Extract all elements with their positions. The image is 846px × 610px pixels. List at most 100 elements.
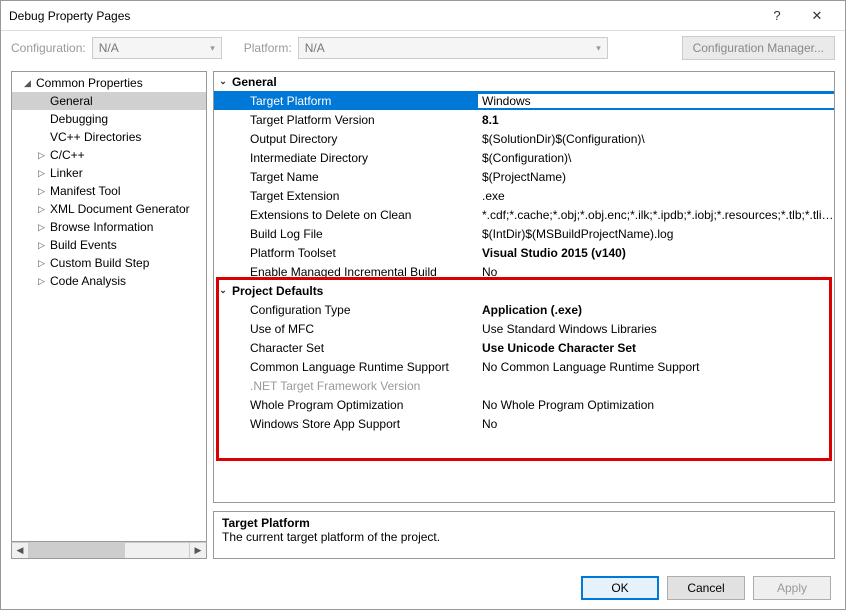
tree-item-build-events[interactable]: ▷Build Events [12, 236, 206, 254]
tree-item-code-analysis[interactable]: ▷Code Analysis [12, 272, 206, 290]
tree-item-label: Code Analysis [50, 274, 126, 288]
tree-hscrollbar[interactable]: ◀ ▶ [11, 542, 207, 559]
right-pane: ⌄GeneralTarget PlatformWindowsTarget Pla… [213, 71, 835, 559]
property-build-log-file[interactable]: Build Log File$(IntDir)$(MSBuildProjectN… [214, 224, 834, 243]
property-platform-toolset[interactable]: Platform ToolsetVisual Studio 2015 (v140… [214, 243, 834, 262]
configuration-combo[interactable]: N/A [92, 37, 222, 59]
property-label: Common Language Runtime Support [232, 360, 478, 374]
scroll-right-icon[interactable]: ▶ [189, 543, 206, 558]
property-label: Whole Program Optimization [232, 398, 478, 412]
tree-item-label: XML Document Generator [50, 202, 190, 216]
tree-item-browse-information[interactable]: ▷Browse Information [12, 218, 206, 236]
expand-icon[interactable]: ▷ [38, 276, 50, 287]
property-label: Target Platform [232, 94, 478, 108]
tree-item-custom-build-step[interactable]: ▷Custom Build Step [12, 254, 206, 272]
property-value: No [478, 417, 834, 431]
property-target-extension[interactable]: Target Extension.exe [214, 186, 834, 205]
property-label: Extensions to Delete on Clean [232, 208, 478, 222]
tree-item-vc-directories[interactable]: VC++ Directories [12, 128, 206, 146]
property-value: No Common Language Runtime Support [478, 360, 834, 374]
category-project-defaults[interactable]: ⌄Project Defaults [214, 281, 834, 300]
platform-combo[interactable]: N/A [298, 37, 608, 59]
body: ◢ Common Properties General Debugging VC++… [1, 65, 845, 567]
config-row: Configuration: N/A Platform: N/A Configu… [1, 31, 845, 65]
expand-icon[interactable]: ▷ [38, 204, 50, 215]
help-icon[interactable]: ? [757, 8, 797, 23]
property-output-directory[interactable]: Output Directory$(SolutionDir)$(Configur… [214, 129, 834, 148]
expand-icon[interactable]: ▷ [38, 150, 50, 161]
property-use-of-mfc[interactable]: Use of MFCUse Standard Windows Libraries [214, 319, 834, 338]
property-enable-managed-incremental-build[interactable]: Enable Managed Incremental BuildNo [214, 262, 834, 281]
category-label: General [232, 75, 277, 89]
expand-icon[interactable]: ▷ [38, 240, 50, 251]
tree-item-label: Custom Build Step [50, 256, 149, 270]
property-value: $(Configuration)\ [478, 151, 834, 165]
property-whole-program-optimization[interactable]: Whole Program OptimizationNo Whole Progr… [214, 395, 834, 414]
property-value: Use Standard Windows Libraries [478, 322, 834, 336]
property-label: Target Platform Version [232, 113, 478, 127]
tree-root-common-properties[interactable]: ◢ Common Properties [12, 74, 206, 92]
tree-item-general[interactable]: General [12, 92, 206, 110]
tree-item-label: Debugging [50, 112, 108, 126]
property-label: Character Set [232, 341, 478, 355]
property-windows-store-app-support[interactable]: Windows Store App SupportNo [214, 414, 834, 433]
property-extensions-to-delete-on-clean[interactable]: Extensions to Delete on Clean*.cdf;*.cac… [214, 205, 834, 224]
tree-item-c-c-[interactable]: ▷C/C++ [12, 146, 206, 164]
footer: OK Cancel Apply [1, 567, 845, 609]
property-value: .exe [478, 189, 834, 203]
property-grid[interactable]: ⌄GeneralTarget PlatformWindowsTarget Pla… [213, 71, 835, 503]
property-label: Target Name [232, 170, 478, 184]
property-label: Configuration Type [232, 303, 478, 317]
property-character-set[interactable]: Character SetUse Unicode Character Set [214, 338, 834, 357]
tree-item-manifest-tool[interactable]: ▷Manifest Tool [12, 182, 206, 200]
left-pane: ◢ Common Properties General Debugging VC++… [11, 71, 207, 559]
category-tree[interactable]: ◢ Common Properties General Debugging VC++… [11, 71, 207, 542]
collapse-icon[interactable]: ◢ [24, 78, 36, 89]
property-value: Windows [478, 94, 834, 108]
close-icon[interactable]: ✕ [797, 8, 837, 24]
ok-button[interactable]: OK [581, 576, 659, 600]
titlebar: Debug Property Pages ? ✕ [1, 1, 845, 31]
apply-button[interactable]: Apply [753, 576, 831, 600]
category-general[interactable]: ⌄General [214, 72, 834, 91]
property-label: .NET Target Framework Version [232, 379, 478, 393]
property-value: No Whole Program Optimization [478, 398, 834, 412]
configuration-label: Configuration: [11, 41, 86, 55]
property-value: Application (.exe) [478, 303, 834, 317]
tree-item-xml-document-generator[interactable]: ▷XML Document Generator [12, 200, 206, 218]
collapse-icon[interactable]: ⌄ [214, 285, 232, 296]
property-target-platform-version[interactable]: Target Platform Version8.1 [214, 110, 834, 129]
property-label: Use of MFC [232, 322, 478, 336]
tree-item-label: Manifest Tool [50, 184, 120, 198]
scroll-track[interactable] [29, 543, 189, 558]
tree-item-linker[interactable]: ▷Linker [12, 164, 206, 182]
scroll-left-icon[interactable]: ◀ [12, 543, 29, 558]
scroll-thumb[interactable] [29, 543, 125, 558]
expand-icon[interactable]: ▷ [38, 186, 50, 197]
description-panel: Target Platform The current target platf… [213, 511, 835, 559]
property-label: Platform Toolset [232, 246, 478, 260]
tree-item-label: General [50, 94, 93, 108]
tree-item-label: Browse Information [50, 220, 153, 234]
property-value: $(ProjectName) [478, 170, 834, 184]
property-label: Target Extension [232, 189, 478, 203]
property-target-name[interactable]: Target Name$(ProjectName) [214, 167, 834, 186]
tree-item-label: Build Events [50, 238, 117, 252]
property-value: Visual Studio 2015 (v140) [478, 246, 834, 260]
property-value: Use Unicode Character Set [478, 341, 834, 355]
property--net-target-framework-version[interactable]: .NET Target Framework Version [214, 376, 834, 395]
description-text: The current target platform of the proje… [222, 530, 826, 544]
tree-root-label: Common Properties [36, 76, 143, 90]
expand-icon[interactable]: ▷ [38, 258, 50, 269]
platform-label: Platform: [244, 41, 292, 55]
collapse-icon[interactable]: ⌄ [214, 76, 232, 87]
cancel-button[interactable]: Cancel [667, 576, 745, 600]
property-target-platform[interactable]: Target PlatformWindows [214, 91, 834, 110]
expand-icon[interactable]: ▷ [38, 168, 50, 179]
property-intermediate-directory[interactable]: Intermediate Directory$(Configuration)\ [214, 148, 834, 167]
property-configuration-type[interactable]: Configuration TypeApplication (.exe) [214, 300, 834, 319]
expand-icon[interactable]: ▷ [38, 222, 50, 233]
configuration-manager-button[interactable]: Configuration Manager... [682, 36, 835, 60]
property-common-language-runtime-support[interactable]: Common Language Runtime SupportNo Common… [214, 357, 834, 376]
tree-item-debugging[interactable]: Debugging [12, 110, 206, 128]
